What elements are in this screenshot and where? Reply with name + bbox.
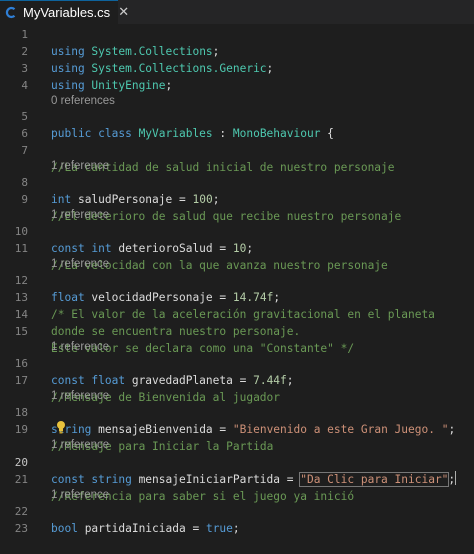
codelens-references[interactable]: 1 reference bbox=[51, 208, 109, 223]
code-line[interactable]: //El deterioro de salud que recibe nuest… bbox=[0, 191, 474, 223]
lightbulb-icon[interactable] bbox=[56, 420, 66, 434]
csharp-file-icon bbox=[5, 6, 18, 20]
close-icon[interactable]: ✕ bbox=[118, 6, 129, 19]
code-line[interactable]: int saludPersonaje = 100; bbox=[0, 174, 474, 206]
code-line[interactable]: public class MyVariables : MonoBehaviour… bbox=[0, 108, 474, 140]
codelens-references[interactable]: 1 reference bbox=[51, 438, 109, 453]
code-line[interactable]: const float gravedadPlaneta = 7.44f; bbox=[0, 355, 474, 387]
code-line[interactable]: bool partidaIniciada = true; bbox=[0, 503, 474, 535]
codelens-references[interactable]: 1 reference bbox=[51, 389, 109, 404]
codelens-references[interactable]: 1 reference bbox=[51, 257, 109, 272]
codelens-references[interactable]: 0 references bbox=[51, 94, 115, 109]
code-line[interactable]: //Referencia para saber si el juego ya i… bbox=[0, 471, 474, 503]
code-line[interactable]: using System.Collections; bbox=[0, 26, 474, 58]
code-line[interactable]: using System.Collections.Generic; bbox=[0, 43, 474, 75]
code-line[interactable]: float velocidadPersonaje = 14.74f; bbox=[0, 272, 474, 304]
codelens-references[interactable]: 1 reference bbox=[51, 340, 109, 355]
code-line-active[interactable]: const string mensajeIniciarPartida = "Da… bbox=[0, 454, 474, 487]
tab-myvariables[interactable]: MyVariables.cs ✕ bbox=[0, 0, 129, 24]
code-editor[interactable]: 1 2 3 4 5 6 7 8 9 10 11 12 13 14 15 16 1… bbox=[0, 24, 474, 540]
code-line[interactable]: /* El valor de la aceleración gravitacio… bbox=[0, 289, 474, 321]
tab-bar: MyVariables.cs ✕ bbox=[0, 0, 474, 24]
codelens-references[interactable]: 1 reference bbox=[51, 488, 109, 503]
code-line[interactable]: //La velocidad con la que avanza nuestro… bbox=[0, 240, 474, 272]
code-line[interactable]: using UnityEngine; bbox=[0, 60, 474, 92]
code-line[interactable]: //Mensaje para Iniciar la Partida bbox=[0, 420, 474, 453]
tab-title: MyVariables.cs bbox=[23, 5, 111, 20]
code-line[interactable]: //La cantidad de salud inicial de nuestr… bbox=[0, 142, 474, 174]
code-line[interactable]: //Mensaje de Bienvenida al jugador bbox=[0, 372, 474, 404]
code-line[interactable]: donde se encuentra nuestro personaje. bbox=[0, 306, 474, 338]
codelens-references[interactable]: 1 reference bbox=[51, 159, 109, 174]
code-line[interactable]: const int deterioroSalud = 10; bbox=[0, 223, 474, 255]
code-line[interactable]: string mensajeBienvenida = "Bienvenido a… bbox=[0, 404, 474, 436]
code-line[interactable]: Este valor se declara como una "Constant… bbox=[0, 323, 474, 355]
